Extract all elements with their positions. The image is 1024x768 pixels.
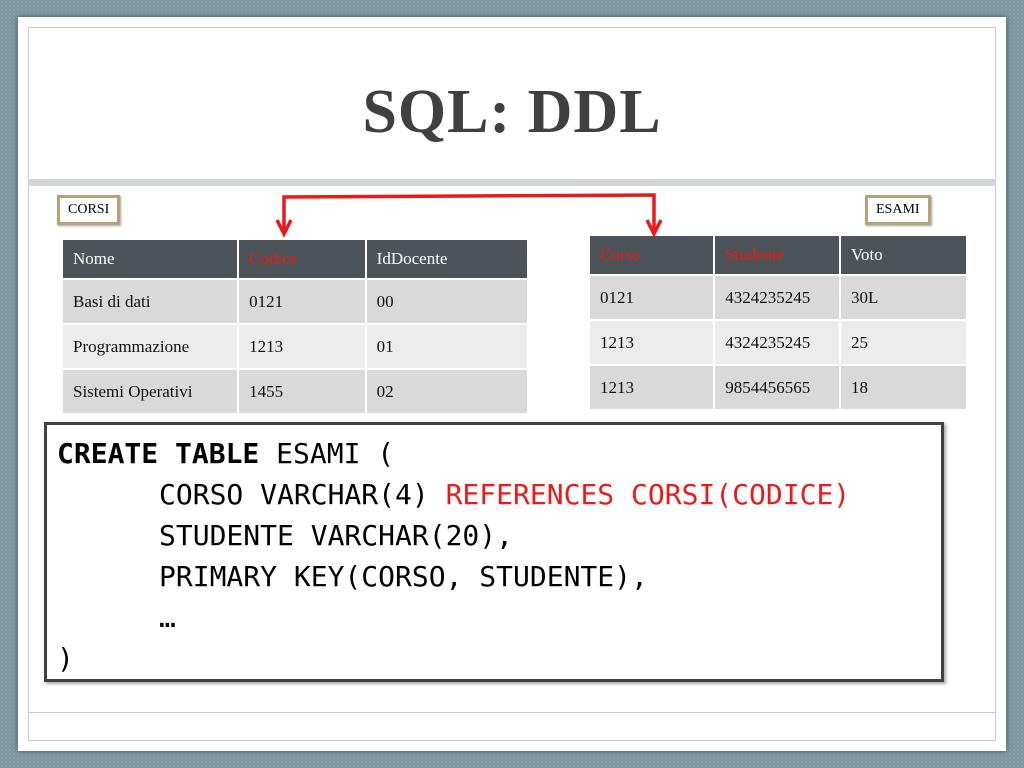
code-line-1: CREATE TABLE ESAMI ( [57,433,941,474]
code-line-3: STUDENTE VARCHAR(20), [57,515,941,556]
code-keyword: CREATE TABLE [57,437,260,470]
code-line-4: PRIMARY KEY(CORSO, STUDENTE), [57,556,941,597]
code-text: CORSO VARCHAR(4) [159,478,446,511]
sql-code-box: CREATE TABLE ESAMI (CORSO VARCHAR(4) REF… [44,422,944,682]
code-line-5: … [57,597,941,638]
code-text: ESAMI ( [259,437,395,470]
foreign-key-arrow [282,193,656,232]
code-line-6: ) [57,638,941,679]
code-text: ) [57,642,74,675]
code-ellipsis: … [159,601,176,634]
code-text: STUDENTE VARCHAR(20), [159,519,514,552]
code-line-2: CORSO VARCHAR(4) REFERENCES CORSI(CODICE… [57,474,941,515]
code-text: PRIMARY KEY(CORSO, STUDENTE), [159,560,648,593]
code-references-highlight: REFERENCES CORSI(CODICE) [445,478,851,511]
